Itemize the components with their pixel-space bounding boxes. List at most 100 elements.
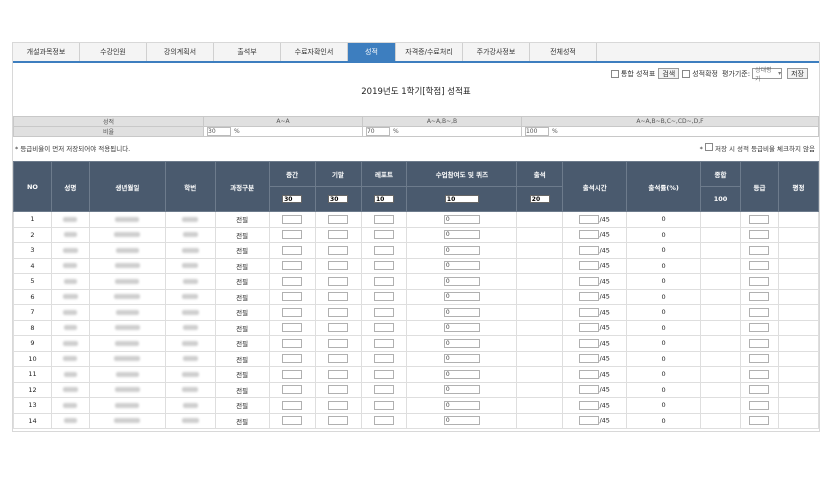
participation-score-input[interactable]: 0 <box>443 338 480 348</box>
grade-input[interactable] <box>749 416 770 426</box>
midterm-score-input[interactable] <box>282 323 303 333</box>
midterm-score-input[interactable] <box>282 230 303 240</box>
attend-time-input[interactable] <box>579 323 600 333</box>
midterm-score-input[interactable] <box>282 338 303 348</box>
search-button[interactable]: 검색 <box>658 68 680 79</box>
report-score-input[interactable] <box>373 354 394 364</box>
midterm-score-input[interactable] <box>282 307 303 317</box>
participation-score-input[interactable]: 0 <box>443 354 480 364</box>
final-score-input[interactable] <box>328 400 349 410</box>
grade-input[interactable] <box>749 354 770 364</box>
midterm-score-input[interactable] <box>282 245 303 255</box>
report-score-input[interactable] <box>373 261 394 271</box>
final-score-input[interactable] <box>328 292 349 302</box>
grade-input[interactable] <box>749 230 770 240</box>
attend-time-input[interactable] <box>579 307 600 317</box>
report-score-input[interactable] <box>373 416 394 426</box>
midterm-score-input[interactable] <box>282 385 303 395</box>
grade-input[interactable] <box>749 261 770 271</box>
report-score-input[interactable] <box>373 230 394 240</box>
tab-5[interactable]: 수료자확인서 <box>281 43 348 61</box>
attend-time-input[interactable] <box>579 385 600 395</box>
midterm-score-input[interactable] <box>282 261 303 271</box>
eval-basis-select[interactable]: 상대평가 ▾ <box>752 67 783 83</box>
midterm-score-input[interactable] <box>282 354 303 364</box>
attend-time-input[interactable] <box>579 261 600 271</box>
report-score-input[interactable] <box>373 338 394 348</box>
final-score-input[interactable] <box>328 245 349 255</box>
final-score-input[interactable] <box>328 276 349 286</box>
midterm-score-input[interactable] <box>282 416 303 426</box>
ratio-group-1-input[interactable]: 30 <box>207 127 231 136</box>
participation-score-input[interactable]: 0 <box>443 400 480 410</box>
participation-score-input[interactable]: 0 <box>443 369 480 379</box>
midterm-score-input[interactable] <box>282 369 303 379</box>
participation-score-input[interactable]: 0 <box>443 214 480 224</box>
grade-confirm-checkbox[interactable] <box>682 69 691 78</box>
final-score-input[interactable] <box>328 307 349 317</box>
tab-9[interactable]: 전체성적 <box>530 43 597 61</box>
final-score-input[interactable] <box>328 338 349 348</box>
final-score-input[interactable] <box>328 354 349 364</box>
participation-score-input[interactable]: 0 <box>443 245 480 255</box>
grade-input[interactable] <box>749 276 770 286</box>
tab-8[interactable]: 주가강사정보 <box>463 43 530 61</box>
grade-input[interactable] <box>749 245 770 255</box>
grade-input[interactable] <box>749 385 770 395</box>
attendance-weight-input[interactable]: 20 <box>529 195 550 203</box>
tab-7[interactable]: 자격증/수료처리 <box>396 43 463 61</box>
report-score-input[interactable] <box>373 307 394 317</box>
participation-weight-input[interactable]: 10 <box>444 195 479 203</box>
report-score-input[interactable] <box>373 385 394 395</box>
final-weight-input[interactable]: 30 <box>328 195 349 203</box>
skip-ratio-checkbox[interactable] <box>704 143 713 151</box>
final-score-input[interactable] <box>328 230 349 240</box>
participation-score-input[interactable]: 0 <box>443 230 480 240</box>
final-score-input[interactable] <box>328 385 349 395</box>
participation-score-input[interactable]: 0 <box>443 323 480 333</box>
final-score-input[interactable] <box>328 369 349 379</box>
grade-input[interactable] <box>749 292 770 302</box>
tab-2[interactable]: 수강인원 <box>80 43 147 61</box>
participation-score-input[interactable]: 0 <box>443 307 480 317</box>
ratio-group-3-input[interactable]: 100 <box>524 127 549 136</box>
report-score-input[interactable] <box>373 292 394 302</box>
save-button[interactable]: 저장 <box>787 68 808 79</box>
grade-input[interactable] <box>749 214 770 224</box>
attend-time-input[interactable] <box>579 400 600 410</box>
attend-time-input[interactable] <box>579 354 600 364</box>
combined-grade-checkbox[interactable] <box>610 69 619 78</box>
attend-time-input[interactable] <box>579 369 600 379</box>
tab-3[interactable]: 강의계획서 <box>147 43 214 61</box>
midterm-score-input[interactable] <box>282 400 303 410</box>
participation-score-input[interactable]: 0 <box>443 292 480 302</box>
midterm-weight-input[interactable]: 30 <box>282 195 303 203</box>
report-score-input[interactable] <box>373 245 394 255</box>
tab-6[interactable]: 성적 <box>348 43 396 61</box>
midterm-score-input[interactable] <box>282 292 303 302</box>
report-score-input[interactable] <box>373 214 394 224</box>
final-score-input[interactable] <box>328 214 349 224</box>
participation-score-input[interactable]: 0 <box>443 416 480 426</box>
grade-input[interactable] <box>749 338 770 348</box>
attend-time-input[interactable] <box>579 416 600 426</box>
midterm-score-input[interactable] <box>282 276 303 286</box>
participation-score-input[interactable]: 0 <box>443 261 480 271</box>
grade-input[interactable] <box>749 323 770 333</box>
attend-time-input[interactable] <box>579 292 600 302</box>
final-score-input[interactable] <box>328 416 349 426</box>
final-score-input[interactable] <box>328 261 349 271</box>
grade-input[interactable] <box>749 400 770 410</box>
ratio-group-2-input[interactable]: 70 <box>365 127 390 136</box>
participation-score-input[interactable]: 0 <box>443 276 480 286</box>
attend-time-input[interactable] <box>579 214 600 224</box>
report-score-input[interactable] <box>373 276 394 286</box>
attend-time-input[interactable] <box>579 245 600 255</box>
attend-time-input[interactable] <box>579 276 600 286</box>
attend-time-input[interactable] <box>579 230 600 240</box>
attend-time-input[interactable] <box>579 338 600 348</box>
grade-input[interactable] <box>749 307 770 317</box>
report-score-input[interactable] <box>373 323 394 333</box>
report-weight-input[interactable]: 10 <box>373 195 394 203</box>
midterm-score-input[interactable] <box>282 214 303 224</box>
